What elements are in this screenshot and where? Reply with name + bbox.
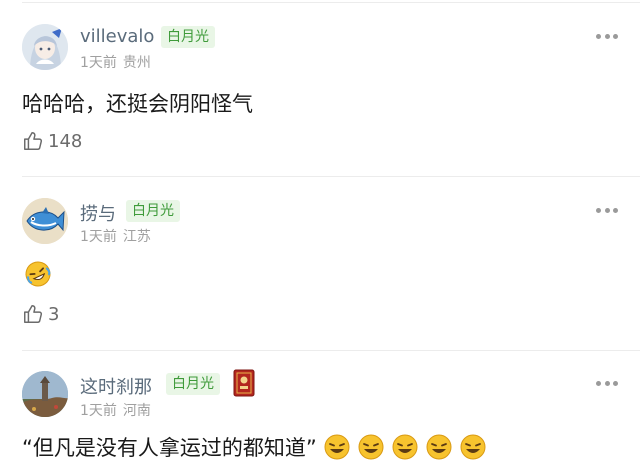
avatar[interactable] [22,371,68,417]
user-badge: 白月光 [161,26,215,48]
thumbs-up-icon [24,305,43,323]
like-count: 3 [48,303,60,325]
like-count: 148 [48,130,83,152]
comment-location: 贵州 [122,55,151,71]
user-badge: 白月光 [166,373,220,395]
thumbs-up-icon [24,132,43,150]
username[interactable]: villevalo [80,26,154,47]
divider [22,350,640,351]
anime-girl-avatar-icon [22,24,68,70]
avatar[interactable] [22,198,68,244]
rofl-emoji-icon [324,434,350,460]
rofl-emoji-icon [426,434,452,460]
avatar[interactable] [22,24,68,70]
rofl-emoji-icon [24,260,52,292]
like-button[interactable]: 148 [22,130,82,152]
username[interactable]: 这时刹那 [80,373,152,399]
comment-meta: 1天前 贵州 [80,52,151,72]
user-badge: 白月光 [126,200,180,222]
rofl-emoji-icon [358,434,384,460]
comment-item: 这时刹那 白月光 1天前 河南 “但凡是没有人拿运过的都知道” [0,350,640,460]
fish-avatar-icon [22,198,68,244]
rofl-emoji-icon [392,434,418,460]
comment-time: 1天前 [80,229,117,245]
more-options-icon[interactable] [596,31,618,41]
divider [22,176,640,177]
comment-item: 捞与 白月光 1天前 江苏 3 [0,176,640,350]
comment-location: 江苏 [122,229,151,245]
comment-item: villevalo 白月光 1天前 贵州 哈哈哈，还挺会阴阳怪气 148 [0,0,640,176]
comment-time: 1天前 [80,403,117,419]
comment-meta: 1天前 江苏 [80,226,151,246]
comment-text: “但凡是没有人拿运过的都知道” [22,436,317,460]
comment-text-row: “但凡是没有人拿运过的都知道” [22,432,493,462]
red-book-medal-icon [233,369,255,401]
emoji-row [323,433,493,461]
comment-text: 哈哈哈，还挺会阴阳怪气 [22,92,253,116]
more-options-icon[interactable] [596,205,618,215]
comment-meta: 1天前 河南 [80,400,151,420]
rofl-emoji-icon [460,434,486,460]
comment-time: 1天前 [80,55,117,71]
username[interactable]: 捞与 [80,200,116,226]
divider [22,2,640,3]
comment-location: 河南 [122,403,151,419]
like-button[interactable]: 3 [22,303,59,325]
tower-landscape-avatar-icon [22,371,68,417]
more-options-icon[interactable] [596,378,618,388]
